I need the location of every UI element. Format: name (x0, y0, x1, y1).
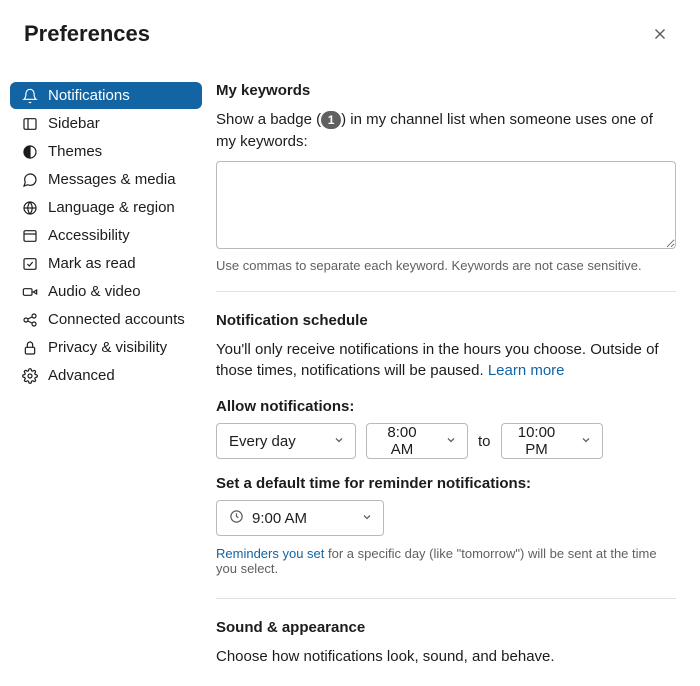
start-time-value: 8:00 AM (379, 424, 425, 458)
end-time-value: 10:00 PM (514, 424, 560, 458)
layout: Notifications Sidebar Themes Messages & … (0, 64, 700, 686)
sidebar-item-sidebar[interactable]: Sidebar (10, 110, 202, 137)
keywords-desc: Show a badge (1) in my channel list when… (216, 109, 676, 153)
start-time-select[interactable]: 8:00 AM (366, 423, 468, 459)
sidebar-item-connected-accounts[interactable]: Connected accounts (10, 306, 202, 333)
check-square-icon (22, 256, 38, 272)
sound-title: Sound & appearance (216, 619, 676, 636)
chevron-down-icon (445, 433, 457, 450)
sidebar-item-label: Notifications (48, 87, 130, 104)
sidebar-item-label: Language & region (48, 199, 175, 216)
allow-notifications-label: Allow notifications: (216, 398, 676, 415)
reminder-hint: Reminders you set for a specific day (li… (216, 546, 676, 576)
themes-icon (22, 144, 38, 160)
page-title: Preferences (24, 21, 150, 47)
divider (216, 291, 676, 292)
sidebar-item-label: Privacy & visibility (48, 339, 167, 356)
sidebar-item-label: Connected accounts (48, 311, 185, 328)
sidebar-item-messages-media[interactable]: Messages & media (10, 166, 202, 193)
end-time-select[interactable]: 10:00 PM (501, 423, 603, 459)
sidebar-item-audio-video[interactable]: Audio & video (10, 278, 202, 305)
link-icon (22, 312, 38, 328)
bell-icon (22, 88, 38, 104)
lock-icon (22, 340, 38, 356)
close-button[interactable] (644, 18, 676, 50)
sidebar-item-notifications[interactable]: Notifications (10, 82, 202, 109)
sidebar-item-label: Themes (48, 143, 102, 160)
sidebar-item-language-region[interactable]: Language & region (10, 194, 202, 221)
message-icon (22, 172, 38, 188)
badge-count: 1 (321, 111, 341, 129)
chevron-down-icon (333, 433, 345, 450)
day-select-value: Every day (229, 433, 296, 450)
chevron-down-icon (580, 433, 592, 450)
reminder-time-value: 9:00 AM (252, 510, 307, 527)
main-content: My keywords Show a badge (1) in my chann… (202, 82, 690, 686)
reminder-label: Set a default time for reminder notifica… (216, 475, 676, 492)
keywords-section: My keywords Show a badge (1) in my chann… (216, 82, 676, 273)
sidebar-item-label: Mark as read (48, 255, 136, 272)
sidebar-item-mark-as-read[interactable]: Mark as read (10, 250, 202, 277)
sidebar-item-label: Accessibility (48, 227, 130, 244)
sidebar-item-privacy-visibility[interactable]: Privacy & visibility (10, 334, 202, 361)
sidebar-item-label: Sidebar (48, 115, 100, 132)
keywords-input[interactable] (216, 161, 676, 249)
sidebar-item-accessibility[interactable]: Accessibility (10, 222, 202, 249)
sound-section: Sound & appearance Choose how notificati… (216, 619, 676, 668)
divider (216, 598, 676, 599)
gear-icon (22, 368, 38, 384)
clock-icon (229, 509, 244, 528)
sidebar: Notifications Sidebar Themes Messages & … (10, 82, 202, 686)
sidebar-item-themes[interactable]: Themes (10, 138, 202, 165)
schedule-section: Notification schedule You'll only receiv… (216, 312, 676, 577)
sound-desc: Choose how notifications look, sound, an… (216, 646, 676, 668)
sidebar-item-label: Audio & video (48, 283, 141, 300)
reminders-you-set-link[interactable]: Reminders you set (216, 546, 324, 561)
chevron-down-icon (361, 510, 373, 527)
day-select[interactable]: Every day (216, 423, 356, 459)
learn-more-link[interactable]: Learn more (488, 362, 565, 379)
sidebar-item-advanced[interactable]: Advanced (10, 362, 202, 389)
sidebar-icon (22, 116, 38, 132)
reminder-row: 9:00 AM (216, 500, 676, 536)
schedule-desc: You'll only receive notifications in the… (216, 339, 676, 383)
reminder-time-select[interactable]: 9:00 AM (216, 500, 384, 536)
to-text: to (478, 433, 491, 450)
close-icon (651, 25, 669, 43)
globe-icon (22, 200, 38, 216)
header: Preferences (0, 0, 700, 64)
keywords-title: My keywords (216, 82, 676, 99)
allow-notifications-row: Every day 8:00 AM to 10:00 PM (216, 423, 676, 459)
keywords-hint: Use commas to separate each keyword. Key… (216, 258, 676, 273)
accessibility-icon (22, 228, 38, 244)
sidebar-item-label: Messages & media (48, 171, 176, 188)
sidebar-item-label: Advanced (48, 367, 115, 384)
schedule-title: Notification schedule (216, 312, 676, 329)
video-icon (22, 284, 38, 300)
